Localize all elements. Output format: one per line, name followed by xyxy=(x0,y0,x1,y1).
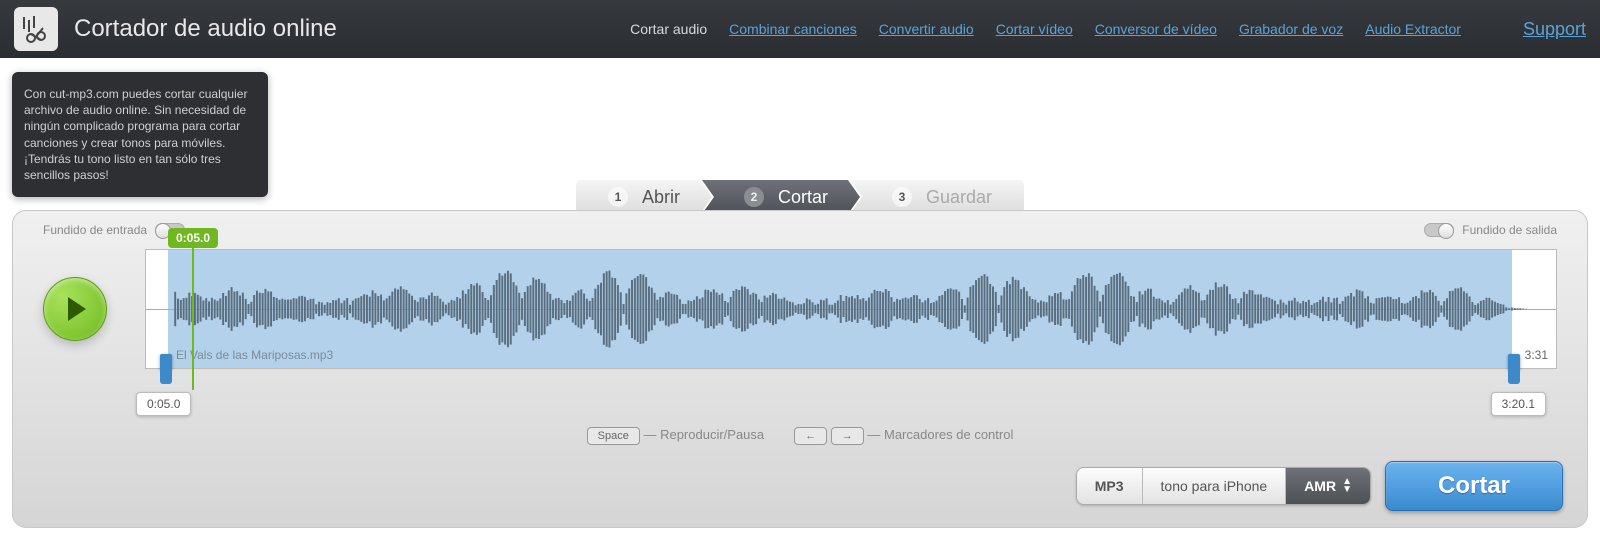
fade-out-label: Fundido de salida xyxy=(1462,223,1557,237)
arrow-left-key-icon: ← xyxy=(794,427,827,445)
step-2-number: 2 xyxy=(744,187,764,207)
action-bar: MP3 tono para iPhone AMR ▲▼ Cortar xyxy=(1076,461,1563,511)
format-mp3-button[interactable]: MP3 xyxy=(1077,468,1143,504)
sort-arrows-icon: ▲▼ xyxy=(1342,478,1352,494)
app-title: Cortador de audio online xyxy=(74,15,337,43)
range-start-time[interactable]: 0:05.0 xyxy=(136,392,191,416)
playhead-line-icon xyxy=(192,248,194,390)
format-selector: MP3 tono para iPhone AMR ▲▼ xyxy=(1076,467,1371,505)
cut-button[interactable]: Cortar xyxy=(1385,461,1563,511)
space-hint-label: — Reproducir/Pausa xyxy=(643,427,764,442)
editor-panel: Fundido de entrada Fundido de salida 0:0… xyxy=(12,210,1588,528)
format-amr-label: AMR xyxy=(1304,478,1336,494)
waveform-icon xyxy=(146,250,1556,368)
format-iphone-button[interactable]: tono para iPhone xyxy=(1143,468,1287,504)
nav-combinar-canciones[interactable]: Combinar canciones xyxy=(729,21,857,37)
keyboard-hints: Space — Reproducir/Pausa ← → — Marcadore… xyxy=(43,427,1557,445)
nav-grabador-voz[interactable]: Grabador de voz xyxy=(1239,21,1343,37)
app-logo-icon xyxy=(14,7,58,51)
range-end-time[interactable]: 3:20.1 xyxy=(1491,392,1546,416)
step-abrir[interactable]: 1 Abrir xyxy=(576,180,712,214)
step-3-number: 3 xyxy=(892,187,912,207)
play-icon xyxy=(68,297,86,321)
arrow-right-key-icon: → xyxy=(831,427,864,445)
nav-audio-extractor[interactable]: Audio Extractor xyxy=(1365,21,1461,37)
range-end-handle[interactable] xyxy=(1508,354,1520,370)
info-tooltip: Con cut-mp3.com puedes cortar cualquier … xyxy=(12,72,268,197)
step-1-label: Abrir xyxy=(642,187,680,208)
step-cortar[interactable]: 2 Cortar xyxy=(702,180,860,214)
step-2-label: Cortar xyxy=(778,187,828,208)
step-3-label: Guardar xyxy=(926,187,992,208)
playhead[interactable]: 0:05.0 xyxy=(168,228,218,390)
arrows-hint-label: — Marcadores de control xyxy=(867,427,1013,442)
nav-support[interactable]: Support xyxy=(1523,19,1586,40)
audio-total-duration: 3:31 xyxy=(1525,348,1548,362)
playhead-time: 0:05.0 xyxy=(168,228,218,248)
nav-cortar-video[interactable]: Cortar vídeo xyxy=(996,21,1073,37)
format-amr-button[interactable]: AMR ▲▼ xyxy=(1286,468,1370,504)
fade-out-toggle[interactable] xyxy=(1424,223,1454,237)
top-navigation: Cortador de audio online Cortar audio Co… xyxy=(0,0,1600,58)
waveform-container[interactable]: 0:05.0 0:05.0 3:20.1 El Vals de las Mari… xyxy=(145,249,1557,369)
space-key-icon: Space xyxy=(587,427,640,445)
nav-convertir-audio[interactable]: Convertir audio xyxy=(879,21,974,37)
play-button[interactable] xyxy=(43,277,107,341)
nav-cortar-audio[interactable]: Cortar audio xyxy=(630,21,707,37)
step-1-number: 1 xyxy=(608,187,628,207)
top-nav-links: Cortar audio Combinar canciones Converti… xyxy=(630,19,1586,40)
step-guardar[interactable]: 3 Guardar xyxy=(850,180,1024,214)
fade-in-label: Fundido de entrada xyxy=(43,223,147,237)
nav-conversor-video[interactable]: Conversor de vídeo xyxy=(1095,21,1217,37)
